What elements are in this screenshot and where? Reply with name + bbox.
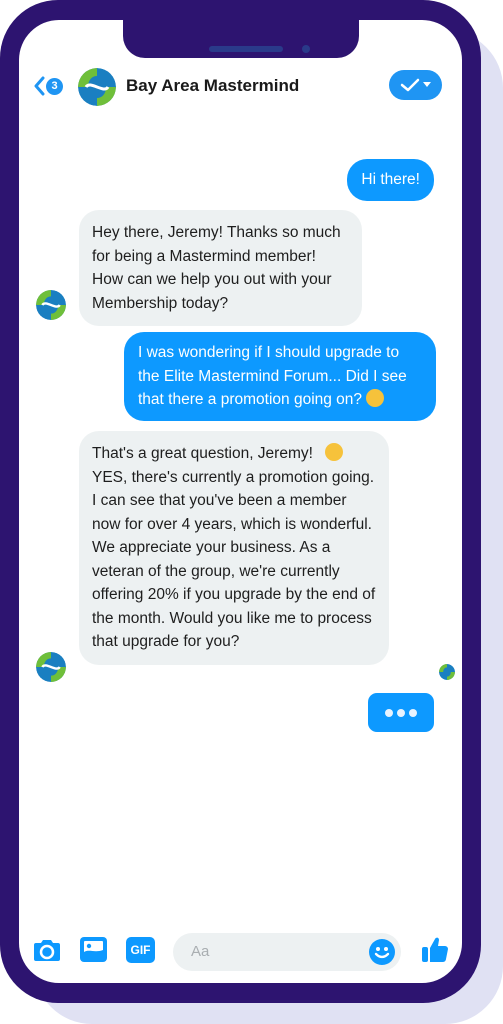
message-user-2: I was wondering if I should upgrade to t…: [124, 332, 436, 421]
message-text-before: That's a great question, Jeremy!: [92, 445, 313, 462]
status-dropdown-button[interactable]: [389, 70, 442, 100]
message-input[interactable]: [189, 942, 363, 961]
gif-label: GIF: [130, 943, 151, 957]
composer-bar: GIF: [19, 925, 462, 975]
phone-frame: 3 Bay Area Mastermind Hi there! Hey ther…: [0, 0, 481, 1003]
brand-logo-icon: [36, 652, 66, 682]
photo-button[interactable]: [80, 937, 107, 967]
chat-header: 3 Bay Area Mastermind: [19, 61, 462, 111]
typing-dot: [385, 708, 393, 717]
chat-title: Bay Area Mastermind: [126, 76, 300, 95]
speaker: [209, 46, 283, 52]
chat-avatar[interactable]: [78, 68, 116, 106]
phone-notch: [123, 20, 359, 58]
emoji-button[interactable]: [369, 939, 395, 970]
typing-dot: [397, 708, 405, 717]
camera-button[interactable]: [33, 938, 61, 967]
gif-button[interactable]: GIF: [126, 937, 155, 963]
image-icon: [80, 937, 107, 962]
typing-indicator: [368, 693, 434, 732]
like-button[interactable]: [421, 935, 449, 968]
unread-badge: 3: [46, 77, 63, 95]
message-text: Hi there!: [361, 171, 420, 188]
back-button[interactable]: 3: [33, 75, 63, 97]
smiling-face-emoji-icon: [325, 443, 344, 461]
message-composer: [173, 933, 401, 971]
brand-logo-icon: [78, 68, 116, 106]
chat-screen: 3 Bay Area Mastermind Hi there! Hey ther…: [19, 20, 462, 983]
thumbs-up-icon: [422, 937, 448, 962]
message-text: Hey there, Jeremy! Thanks so much for be…: [92, 224, 341, 312]
brand-logo-icon: [439, 664, 455, 680]
read-receipt-avatar: [439, 664, 455, 680]
checkmark-icon: [400, 78, 420, 92]
chevron-left-icon: [34, 76, 45, 96]
typing-dot: [409, 708, 417, 717]
message-bot-1: Hey there, Jeremy! Thanks so much for be…: [79, 210, 362, 326]
message-text-after: YES, there's currently a promotion going…: [92, 468, 376, 651]
camera-icon: [34, 940, 60, 961]
brand-logo-icon: [36, 290, 66, 320]
bot-avatar: [36, 652, 66, 682]
caret-down-icon: [423, 82, 431, 87]
upside-down-face-emoji-icon: [366, 389, 385, 407]
message-bot-2: That's a great question, Jeremy! YES, th…: [79, 431, 389, 665]
bot-avatar: [36, 290, 66, 320]
camera-dot: [302, 45, 310, 53]
smiley-icon: [369, 939, 395, 965]
message-user-1: Hi there!: [347, 159, 434, 201]
